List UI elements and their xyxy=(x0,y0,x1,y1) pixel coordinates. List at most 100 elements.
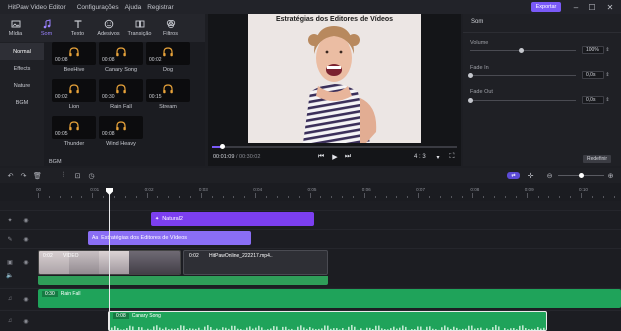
category-bgm[interactable]: BGM xyxy=(0,94,44,111)
sound-name: Thunder xyxy=(63,141,85,147)
video-clip-1-time: 0:02 xyxy=(43,253,53,259)
close-icon[interactable]: ✕ xyxy=(604,1,616,13)
snap-icon[interactable]: ✛ xyxy=(526,171,535,180)
fade-out-value[interactable]: 0,0s xyxy=(582,96,604,104)
maximize-icon[interactable]: ☐ xyxy=(586,1,598,13)
crop-icon[interactable]: ⊡ xyxy=(73,171,82,180)
ruler-tick-mark xyxy=(504,196,506,198)
sound-item[interactable]: 00:15 Stream xyxy=(146,79,190,110)
ruler-tick-mark xyxy=(526,193,528,198)
tab-transition[interactable]: Transição xyxy=(124,14,155,42)
volume-stepper-icon[interactable]: ⇕ xyxy=(605,46,610,54)
speed-icon[interactable]: ◷ xyxy=(87,171,96,180)
zoom-out-icon[interactable]: ⊖ xyxy=(545,171,554,180)
audio-clip-rain-fall[interactable]: 0:30 Rain Fall xyxy=(38,289,621,308)
fade-in-stepper-icon[interactable]: ⇕ xyxy=(605,71,610,79)
reset-button[interactable]: Redefinir xyxy=(583,155,611,163)
ruler-tick-mark xyxy=(537,196,539,198)
fullscreen-icon[interactable]: ⛶ xyxy=(447,152,457,162)
aspect-dropdown-icon[interactable]: ▾ xyxy=(433,152,443,162)
sound-name: Stream xyxy=(159,104,177,110)
tab-filters-label: Filtros xyxy=(163,31,178,37)
sound-item[interactable]: 00:08 BeeHive xyxy=(52,42,96,73)
previous-frame-icon[interactable]: ⏮ xyxy=(316,152,326,162)
redo-icon[interactable]: ↷ xyxy=(19,171,28,180)
audio-clip-2-time: 0:08 xyxy=(113,313,129,319)
audio-clip-1-name: Rain Fall xyxy=(60,291,81,297)
audio-clip-canary-song[interactable]: 0:08 Canary Song xyxy=(108,311,547,331)
headphones-icon xyxy=(116,84,126,94)
sound-thumbnail: 00:02 xyxy=(146,42,190,65)
sound-name: BeeHive xyxy=(63,67,85,73)
menu-help[interactable]: Ajuda xyxy=(125,4,142,11)
sound-item[interactable]: 00:08 Canary Song xyxy=(99,42,143,73)
eye-icon[interactable]: ◉ xyxy=(22,317,30,325)
video-audio-strip[interactable] xyxy=(38,276,328,285)
fade-in-slider[interactable] xyxy=(470,75,576,76)
fade-in-label: Fade In xyxy=(470,65,489,71)
text-icon xyxy=(74,20,81,28)
category-normal[interactable]: Normal xyxy=(0,43,44,60)
sound-item[interactable]: 00:08 Wind Heavy xyxy=(99,116,143,147)
playhead[interactable] xyxy=(109,189,110,331)
preview-progress-bar[interactable] xyxy=(212,144,457,149)
sound-item[interactable]: 00:05 Thunder xyxy=(52,116,96,147)
category-effects[interactable]: Effects xyxy=(0,60,44,77)
aspect-ratio[interactable]: 4 : 3 xyxy=(414,154,426,160)
fade-in-value[interactable]: 0,0s xyxy=(582,71,604,79)
sound-thumbnail: 00:08 xyxy=(52,42,96,65)
export-button[interactable]: Exportar xyxy=(531,2,561,12)
sound-name: Lion xyxy=(68,104,80,110)
minimize-icon[interactable]: – xyxy=(570,1,582,13)
effect-clip[interactable]: ✦ Natural2 xyxy=(151,212,314,226)
sound-thumbnail: 00:08 xyxy=(99,42,143,65)
effect-track-icon: ✦ xyxy=(7,217,13,224)
eye-icon[interactable]: ◉ xyxy=(22,258,30,266)
menu-settings[interactable]: Configurações xyxy=(77,4,119,11)
menu-register[interactable]: Registrar xyxy=(147,4,173,11)
sound-item[interactable]: 00:30 Rain Fall xyxy=(99,79,143,110)
sound-name: Dog xyxy=(162,67,174,73)
sound-duration: 00:15 xyxy=(149,94,162,100)
fade-out-stepper-icon[interactable]: ⇕ xyxy=(605,96,610,104)
volume-knob[interactable] xyxy=(519,48,524,53)
fade-in-knob[interactable] xyxy=(468,73,473,78)
delete-icon[interactable]: 🗑 xyxy=(33,171,42,180)
volume-icon[interactable]: 🔈 xyxy=(6,271,14,279)
effect-clip-icon: ✦ xyxy=(155,216,160,222)
zoom-fit-icon[interactable]: ⇄ xyxy=(507,172,520,179)
timeline-ruler[interactable] xyxy=(0,183,621,201)
tab-sound-label: Som xyxy=(40,31,53,37)
tab-filters[interactable]: Filtros xyxy=(155,14,186,42)
ruler-tick-mark xyxy=(48,196,50,198)
eye-icon[interactable]: ◉ xyxy=(22,295,30,303)
tab-text[interactable]: Texto xyxy=(62,14,93,42)
category-nature[interactable]: Nature xyxy=(0,77,44,94)
play-icon[interactable]: ▶ xyxy=(330,152,340,162)
zoom-knob[interactable] xyxy=(579,173,584,178)
tab-sound[interactable]: Som xyxy=(31,14,62,42)
split-icon[interactable]: ⫶ xyxy=(59,171,68,180)
preview-progress-knob[interactable] xyxy=(219,144,225,149)
zoom-in-icon[interactable]: ⊕ xyxy=(606,171,615,180)
tab-media[interactable]: Mídia xyxy=(0,14,31,42)
video-clip-2[interactable]: 0:02 HitPawOnline_222217.mp4.. xyxy=(183,250,328,275)
text-clip[interactable]: Aa Estratégias dos Editores de Vídeos xyxy=(88,231,251,245)
ruler-tick-mark xyxy=(342,196,344,198)
tab-stickers[interactable]: Adesivos xyxy=(93,14,124,42)
eye-icon[interactable]: ◉ xyxy=(22,216,30,224)
ruler-tick-mark xyxy=(135,196,137,198)
ruler-tick-mark xyxy=(548,196,550,198)
undo-icon[interactable]: ↶ xyxy=(6,171,15,180)
eye-icon[interactable]: ◉ xyxy=(22,235,30,243)
sound-item[interactable]: 00:02 Lion xyxy=(52,79,96,110)
fade-out-knob[interactable] xyxy=(468,98,473,103)
next-frame-icon[interactable]: ⏭ xyxy=(343,152,353,162)
text-clip-icon: Aa xyxy=(92,235,99,241)
ruler-tick-label: 0:08 xyxy=(470,187,480,192)
sound-item[interactable]: 00:02 Dog xyxy=(146,42,190,73)
fade-out-label: Fade Out xyxy=(470,89,493,95)
volume-value[interactable]: 100% xyxy=(582,46,604,54)
ruler-tick-mark xyxy=(385,196,387,198)
fade-out-slider[interactable] xyxy=(470,100,576,101)
